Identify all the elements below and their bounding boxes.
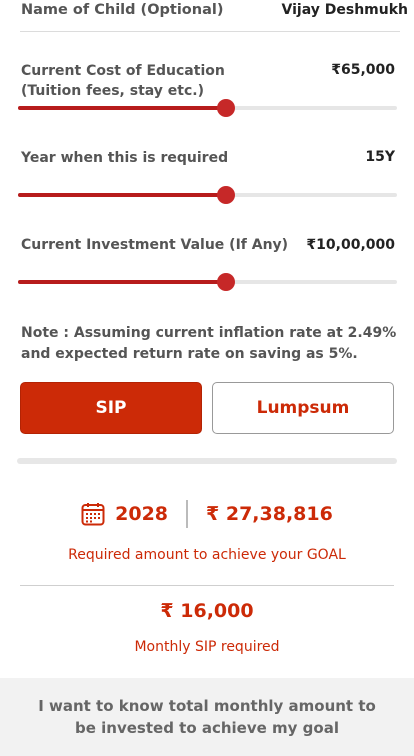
goal-separator bbox=[186, 500, 189, 528]
calendar-icon bbox=[81, 502, 105, 526]
goal-result-row: 2028 ₹ 27,38,816 bbox=[0, 498, 414, 530]
goal-caption: Required amount to achieve your GOAL bbox=[68, 547, 346, 563]
lumpsum-button[interactable]: Lumpsum bbox=[212, 382, 394, 434]
slider-thumb[interactable] bbox=[217, 99, 236, 117]
sip-button[interactable]: SIP bbox=[20, 382, 202, 434]
year-required-slider[interactable] bbox=[18, 186, 397, 204]
slider-thumb[interactable] bbox=[217, 273, 236, 291]
education-cost-label: Current Cost of Education (Tuition fees,… bbox=[21, 61, 225, 101]
child-name-row[interactable]: Name of Child (Optional) Vijay Deshmukh bbox=[20, 0, 408, 32]
investment-value-label-text: Current Investment Value (If Any) bbox=[21, 237, 289, 253]
total-monthly-cta[interactable]: I want to know total monthly amount to b… bbox=[0, 678, 414, 756]
investment-value-slider[interactable] bbox=[18, 273, 397, 291]
monthly-sip-caption: Monthly SIP required bbox=[134, 639, 280, 655]
investment-value-value: ₹10,00,000 bbox=[306, 237, 395, 253]
slider-fill bbox=[18, 280, 227, 284]
education-cost-label-line1: Current Cost of Education bbox=[21, 63, 225, 79]
goal-year: 2028 bbox=[115, 503, 169, 525]
year-required-label-text: Year when this is required bbox=[21, 150, 229, 166]
child-name-value[interactable]: Vijay Deshmukh bbox=[282, 2, 408, 18]
education-cost-label-line2: (Tuition fees, stay etc.) bbox=[21, 83, 204, 99]
education-cost-slider[interactable] bbox=[18, 99, 397, 117]
assumption-note: Note : Assuming current inflation rate a… bbox=[21, 325, 397, 362]
year-required-label: Year when this is required bbox=[21, 148, 228, 168]
education-cost-value: ₹65,000 bbox=[331, 62, 395, 78]
monthly-sip-amount: ₹ 16,000 bbox=[160, 600, 254, 622]
goal-amount: ₹ 27,38,816 bbox=[206, 503, 333, 525]
slider-fill bbox=[18, 193, 227, 197]
slider-thumb[interactable] bbox=[217, 186, 236, 204]
section-divider bbox=[17, 458, 397, 464]
child-name-label: Name of Child (Optional) bbox=[21, 2, 224, 18]
slider-fill bbox=[18, 106, 227, 110]
investment-value-label: Current Investment Value (If Any) bbox=[21, 235, 288, 255]
result-divider bbox=[20, 585, 394, 586]
year-required-value: 15Y bbox=[365, 149, 395, 165]
